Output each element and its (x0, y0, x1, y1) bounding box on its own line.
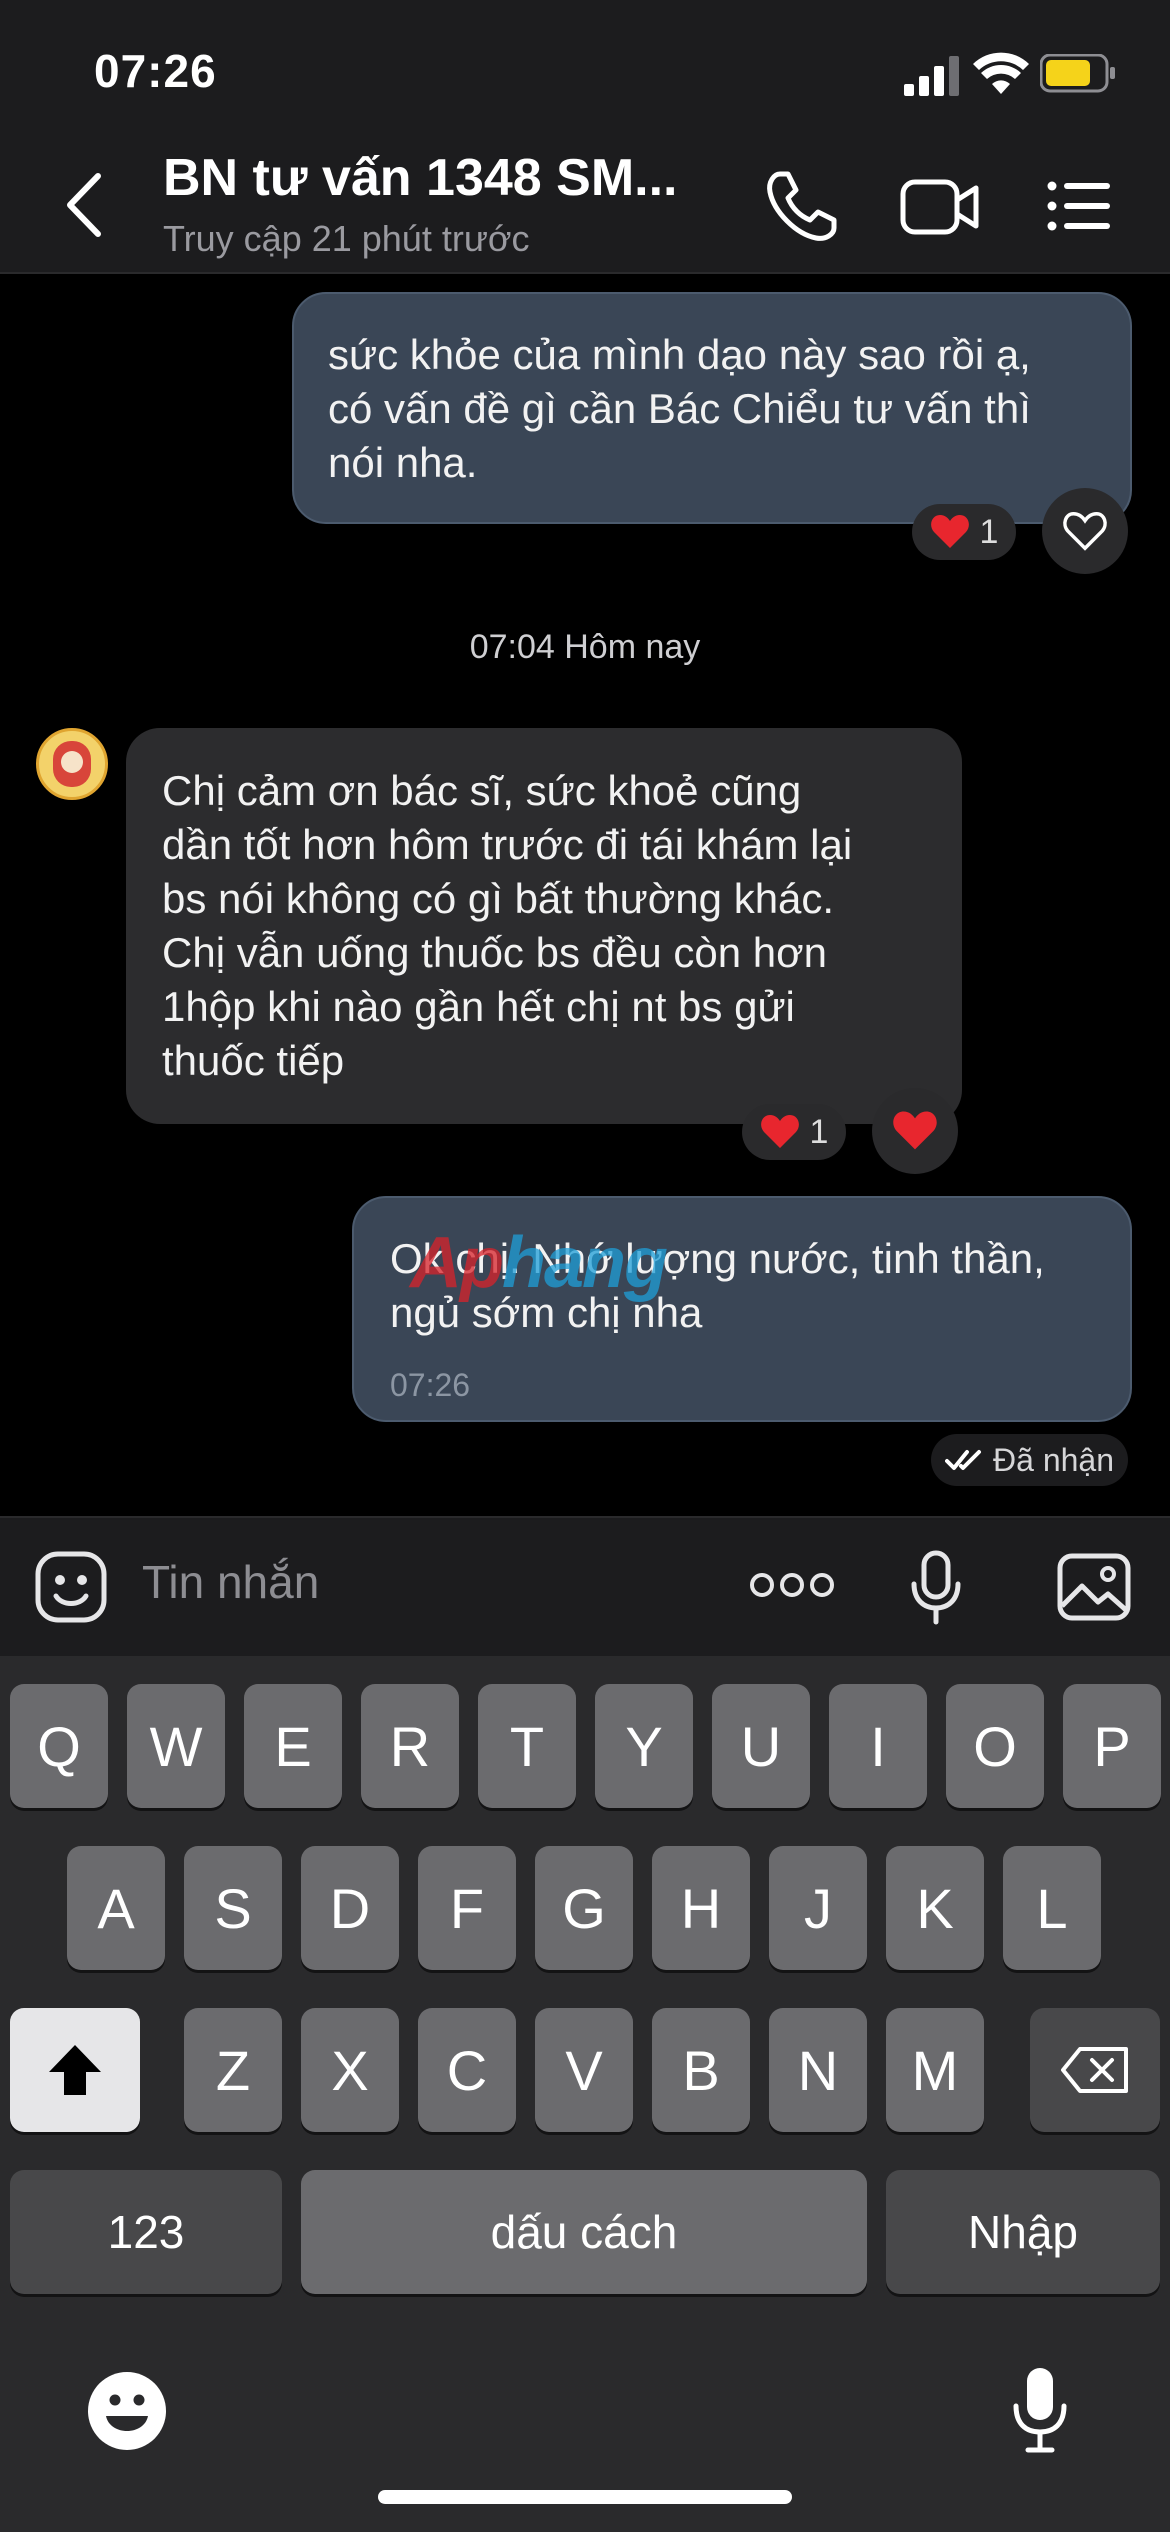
key-t[interactable]: T (478, 1684, 576, 1808)
key-a[interactable]: A (67, 1846, 165, 1970)
battery-icon (1040, 54, 1115, 93)
reaction-count: 1 (979, 512, 999, 551)
key-m[interactable]: M (886, 2008, 984, 2132)
key-q[interactable]: Q (10, 1684, 108, 1808)
key-n[interactable]: N (769, 2008, 867, 2132)
heart-icon (893, 1111, 937, 1150)
signal-icon (904, 56, 959, 96)
shift-arrow-icon (49, 2045, 101, 2095)
watermark-logo: Aphang (410, 1223, 668, 1303)
key-o[interactable]: O (946, 1684, 1044, 1808)
contact-avatar[interactable] (36, 728, 108, 800)
key-p[interactable]: P (1063, 1684, 1161, 1808)
key-g[interactable]: G (535, 1846, 633, 1970)
key-r[interactable]: R (361, 1684, 459, 1808)
heart-icon (930, 515, 969, 548)
key-e[interactable]: E (244, 1684, 342, 1808)
shift-key[interactable] (10, 2008, 140, 2132)
home-indicator[interactable] (378, 2490, 792, 2504)
key-w[interactable]: W (127, 1684, 225, 1808)
heart-icon (760, 1115, 799, 1148)
react-button[interactable] (872, 1088, 958, 1174)
phone-call-icon[interactable] (762, 166, 842, 246)
status-time: 07:26 (94, 45, 217, 97)
message-input[interactable]: Tin nhắn (142, 1555, 319, 1609)
message-time: 07:26 (390, 1367, 471, 1403)
key-v[interactable]: V (535, 2008, 633, 2132)
reaction-count-badge[interactable]: 1 (742, 1104, 846, 1160)
key-i[interactable]: I (829, 1684, 927, 1808)
date-separator: 07:04 Hôm nay (469, 628, 701, 666)
space-key[interactable]: dấu cách (301, 2170, 867, 2294)
read-receipt: Đã nhận (931, 1434, 1128, 1486)
wifi-icon (973, 52, 1029, 94)
key-y[interactable]: Y (595, 1684, 693, 1808)
key-h[interactable]: H (652, 1846, 750, 1970)
emoji-keyboard-icon[interactable] (86, 2370, 168, 2452)
back-chevron-icon[interactable] (60, 170, 110, 240)
numbers-key[interactable]: 123 (10, 2170, 282, 2294)
key-j[interactable]: J (769, 1846, 867, 1970)
message-bubble-outgoing[interactable]: sức khỏe của mình dạo này sao rồi ạ, có … (292, 292, 1132, 524)
key-s[interactable]: S (184, 1846, 282, 1970)
double-check-icon (945, 1450, 982, 1470)
sticker-icon[interactable] (34, 1550, 108, 1624)
dictation-mic-icon[interactable] (1010, 2366, 1070, 2456)
backspace-icon (1061, 2047, 1128, 2093)
message-bubble-incoming[interactable]: Chị cảm ơn bác sĩ, sức khoẻ cũng dần tốt… (126, 728, 962, 1124)
image-gallery-icon[interactable] (1056, 1552, 1132, 1622)
chat-title[interactable]: BN tư vấn 1348 SM... (163, 148, 678, 208)
key-u[interactable]: U (712, 1684, 810, 1808)
key-b[interactable]: B (652, 2008, 750, 2132)
key-k[interactable]: K (886, 1846, 984, 1970)
key-f[interactable]: F (418, 1846, 516, 1970)
message-text: Chị cảm ơn bác sĩ, sức khoẻ cũng dần tốt… (162, 767, 853, 1084)
last-seen-status: Truy cập 21 phút trước (163, 218, 530, 259)
microphone-icon[interactable] (910, 1550, 962, 1626)
react-button[interactable] (1042, 488, 1128, 574)
menu-list-icon[interactable] (1046, 178, 1112, 234)
video-call-icon[interactable] (900, 176, 980, 238)
heart-outline-icon (1063, 512, 1107, 551)
key-z[interactable]: Z (184, 2008, 282, 2132)
more-options-icon[interactable] (750, 1570, 834, 1600)
key-c[interactable]: C (418, 2008, 516, 2132)
key-d[interactable]: D (301, 1846, 399, 1970)
backspace-key[interactable] (1030, 2008, 1160, 2132)
key-x[interactable]: X (301, 2008, 399, 2132)
read-receipt-label: Đã nhận (993, 1441, 1114, 1478)
reaction-count: 1 (809, 1112, 829, 1151)
reaction-count-badge[interactable]: 1 (912, 504, 1016, 560)
message-text: sức khỏe của mình dạo này sao rồi ạ, có … (328, 331, 1031, 486)
key-l[interactable]: L (1003, 1846, 1101, 1970)
return-key[interactable]: Nhập (886, 2170, 1160, 2294)
